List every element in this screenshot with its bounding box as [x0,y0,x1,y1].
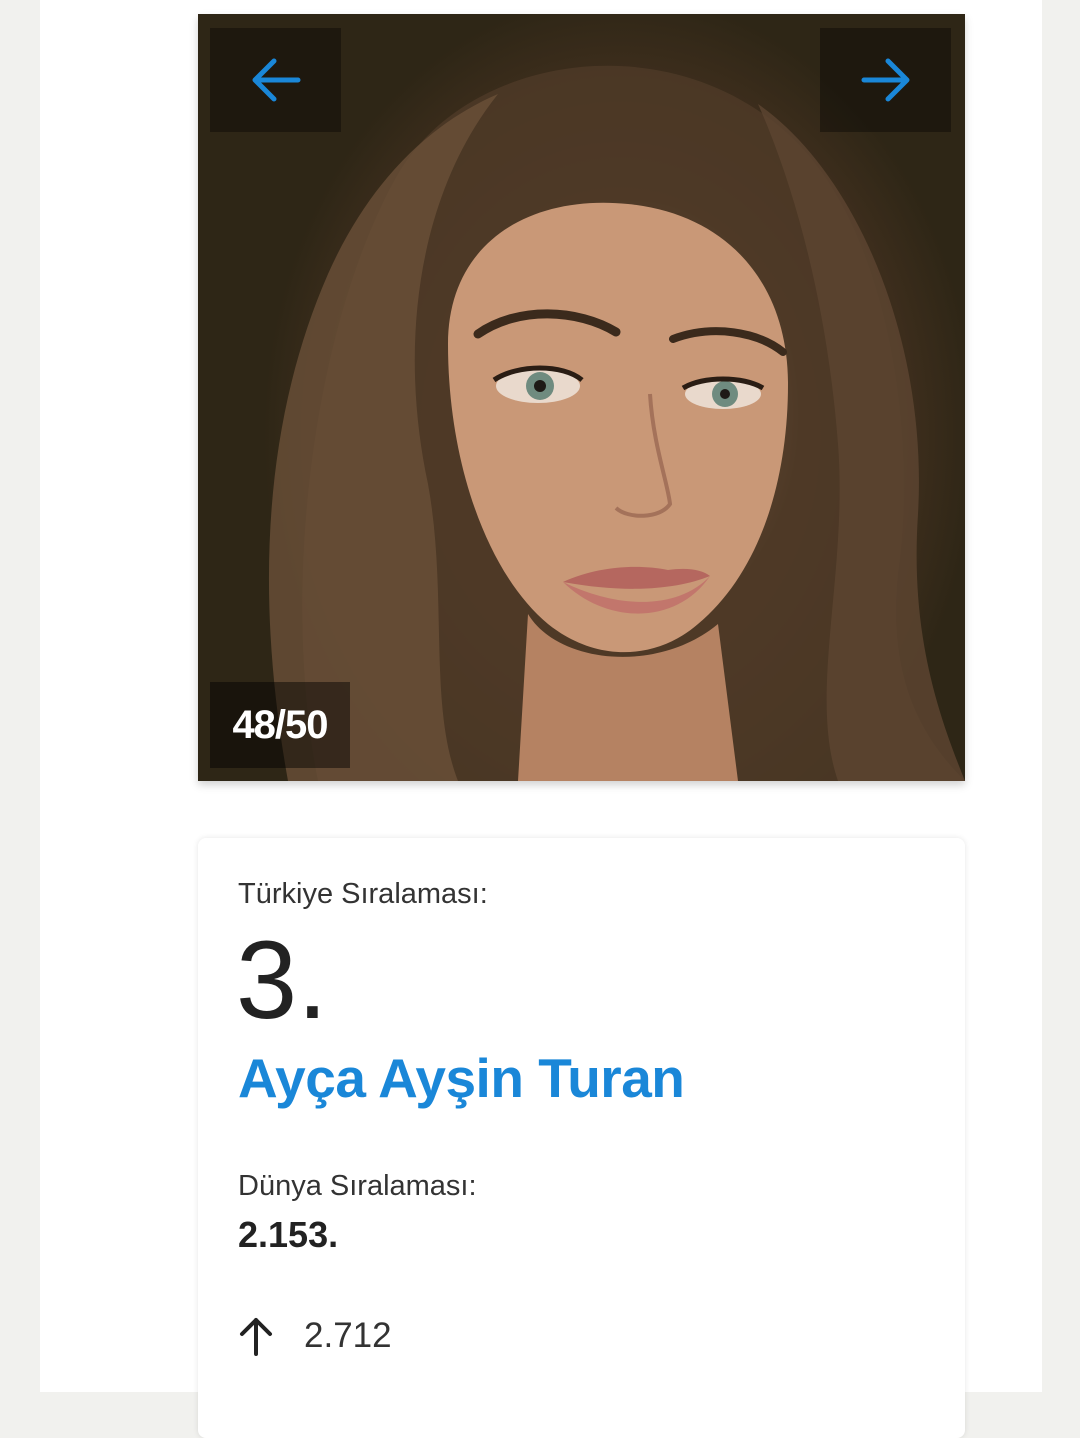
trend-value: 2.712 [304,1316,392,1355]
photo-gallery[interactable]: 48/50 [198,14,965,781]
arrow-up-icon [240,1318,272,1356]
page-content: 48/50 Türkiye Sıralaması: 3. Ayça Ayşin … [40,0,1042,1438]
turkey-rank-value: 3. [236,919,328,1042]
turkey-rank-label: Türkiye Sıralaması: [238,878,488,910]
person-name-link[interactable]: Ayça Ayşin Turan [238,1046,685,1110]
arrow-left-icon [252,58,300,102]
next-photo-button[interactable] [820,28,951,132]
world-rank-value: 2.153. [238,1214,339,1255]
rank-trend: 2.712 [238,1316,392,1356]
world-rank-label: Dünya Sıralaması: [238,1170,477,1202]
ranking-card: Türkiye Sıralaması: 3. Ayça Ayşin Turan … [198,838,965,1438]
photo-counter: 48/50 [210,682,350,768]
previous-photo-button[interactable] [210,28,341,132]
arrow-right-icon [861,58,909,102]
